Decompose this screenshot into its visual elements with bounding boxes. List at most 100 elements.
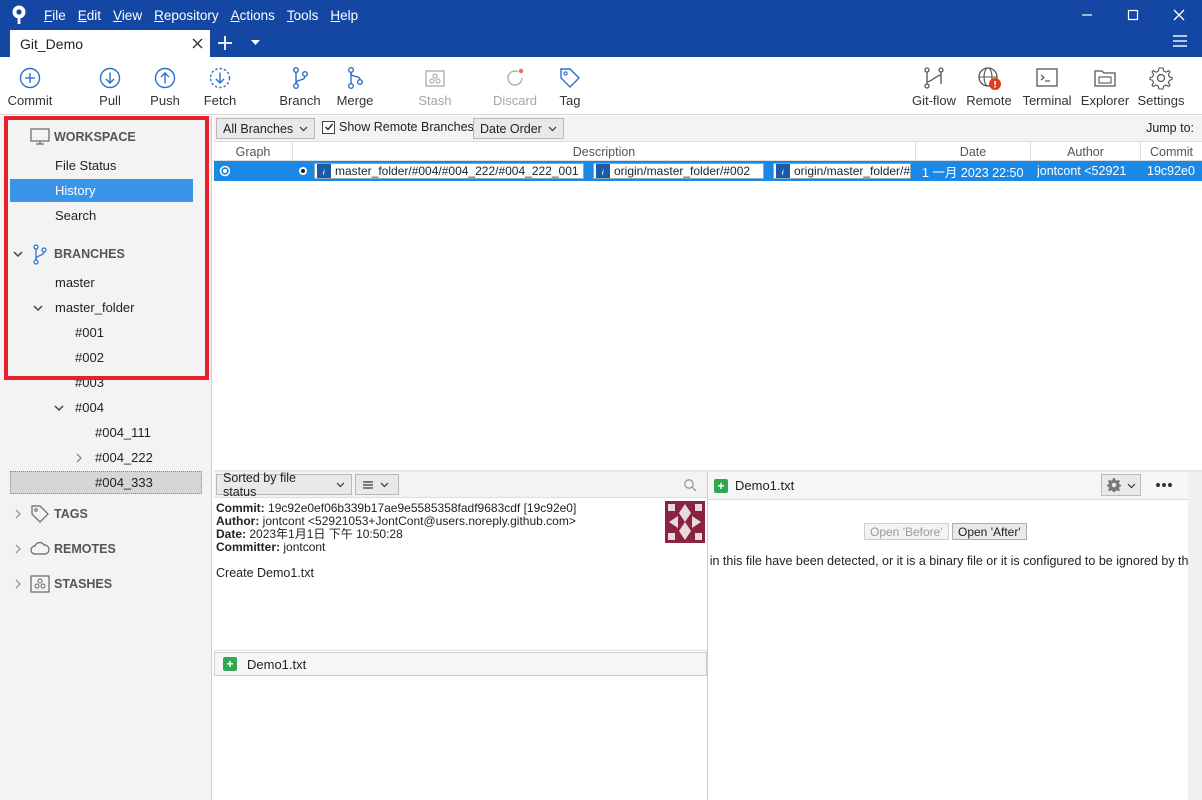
tab-git-demo[interactable]: Git_Demo bbox=[10, 30, 210, 57]
globe-icon: ! bbox=[978, 67, 1001, 91]
branch-icon bbox=[33, 244, 47, 265]
sidebar-item-history[interactable]: History bbox=[10, 179, 193, 202]
maximize-button[interactable] bbox=[1110, 0, 1156, 30]
column-header-author[interactable]: Author bbox=[1031, 142, 1141, 161]
committer-value: jontcont bbox=[283, 540, 326, 554]
open-before-button[interactable]: Open 'Before' bbox=[864, 523, 949, 540]
branch-folder-master-folder[interactable]: master_folder bbox=[33, 296, 134, 319]
chevron-down-icon[interactable] bbox=[32, 302, 44, 314]
checkbox-box[interactable] bbox=[322, 120, 335, 134]
branches-section-header[interactable]: BRANCHES bbox=[0, 242, 212, 266]
menu-edit[interactable]: Edit bbox=[72, 8, 107, 23]
terminal-button[interactable]: Terminal bbox=[1019, 57, 1075, 115]
chevron-right-icon bbox=[15, 579, 21, 589]
discard-button[interactable]: Discard bbox=[492, 57, 538, 115]
more-options-button[interactable] bbox=[1152, 476, 1176, 494]
file-view-mode-dropdown[interactable] bbox=[355, 474, 399, 495]
remotes-label: REMOTES bbox=[54, 542, 116, 556]
branch-001[interactable]: #001 bbox=[75, 321, 104, 344]
diff-scrollbar[interactable] bbox=[1188, 472, 1202, 800]
menu-help[interactable]: Help bbox=[324, 8, 364, 23]
new-tab-button[interactable] bbox=[215, 33, 235, 53]
explorer-button[interactable]: Explorer bbox=[1079, 57, 1131, 115]
chevron-right-icon bbox=[15, 509, 21, 519]
committer-label: Committer: bbox=[216, 540, 281, 554]
branch-folder-004-222[interactable]: #004_222 bbox=[76, 446, 153, 469]
branch-004-111[interactable]: #004_111 bbox=[95, 421, 151, 444]
workspace-section-header[interactable]: WORKSPACE bbox=[0, 125, 212, 149]
diff-options-dropdown[interactable] bbox=[1101, 474, 1141, 496]
menu-bar: File Edit View Repository Actions Tools … bbox=[38, 0, 364, 30]
gear-icon bbox=[1107, 478, 1121, 492]
remotes-section-header[interactable]: REMOTES bbox=[0, 537, 212, 561]
branch-master[interactable]: master bbox=[55, 271, 95, 294]
minimize-icon bbox=[1082, 14, 1092, 16]
history-row-selected[interactable]: ᵢ master_folder/#004/#004_222/#004_222_0… bbox=[214, 161, 1202, 181]
commit-button[interactable]: Commit bbox=[5, 57, 55, 115]
branch-filter-dropdown[interactable]: All Branches bbox=[216, 118, 316, 139]
git-flow-button[interactable]: Git-flow bbox=[908, 57, 960, 115]
sidebar-item-file-status[interactable]: File Status bbox=[55, 154, 116, 177]
column-header-graph[interactable]: Graph bbox=[214, 142, 293, 161]
branch-002[interactable]: #002 bbox=[75, 346, 104, 369]
chevron-down-icon[interactable] bbox=[53, 402, 65, 414]
branch-003[interactable]: #003 bbox=[75, 371, 104, 394]
column-header-description[interactable]: Description bbox=[293, 142, 916, 161]
merge-label: Merge bbox=[336, 93, 374, 108]
tags-section-header[interactable]: TAGS bbox=[0, 502, 212, 526]
menu-actions[interactable]: Actions bbox=[225, 8, 281, 23]
open-after-button[interactable]: Open 'After' bbox=[952, 523, 1027, 540]
fetch-button[interactable]: Fetch bbox=[199, 57, 241, 115]
menu-file[interactable]: File bbox=[38, 8, 72, 23]
fetch-label: Fetch bbox=[203, 93, 237, 108]
remote-warning-badge: ! bbox=[993, 81, 997, 91]
file-row[interactable]: + Demo1.txt bbox=[214, 652, 707, 676]
tag-icon bbox=[560, 68, 580, 88]
date-value: 2023年1月1日 下午 10:50:28 bbox=[249, 527, 403, 541]
branch-button[interactable]: Branch bbox=[278, 57, 322, 115]
sidebar-item-search[interactable]: Search bbox=[55, 204, 96, 227]
column-header-date[interactable]: Date bbox=[916, 142, 1031, 161]
show-remote-label: Show Remote Branches bbox=[339, 120, 474, 134]
menu-repository[interactable]: Repository bbox=[148, 8, 225, 23]
branch-folder-004[interactable]: #004 bbox=[54, 396, 104, 419]
stash-label: Stash bbox=[418, 93, 452, 108]
caret-down-icon bbox=[250, 40, 260, 45]
terminal-icon bbox=[1036, 68, 1058, 87]
remote-ref-label: origin/master_folder/#002 bbox=[614, 164, 751, 178]
chevron-right-icon[interactable] bbox=[73, 452, 85, 464]
menu-tools[interactable]: Tools bbox=[281, 8, 325, 23]
file-sort-dropdown[interactable]: Sorted by file status bbox=[216, 471, 352, 499]
show-remote-branches-checkbox[interactable]: Show Remote Branches bbox=[322, 120, 474, 134]
push-button[interactable]: Push bbox=[145, 57, 185, 115]
history-column-headers: Graph Description Date Author Commit bbox=[214, 142, 1202, 161]
remote-ref-tag: ᵢ origin/master_folder/# bbox=[773, 163, 911, 179]
branch-004-333[interactable]: #004_333 bbox=[10, 471, 202, 494]
tag-button[interactable]: Tag bbox=[553, 57, 587, 115]
merge-button[interactable]: Merge bbox=[333, 57, 377, 115]
close-window-button[interactable] bbox=[1156, 0, 1202, 30]
remote-button[interactable]: ! Remote bbox=[964, 57, 1014, 115]
minimize-button[interactable] bbox=[1064, 0, 1110, 30]
column-header-commit[interactable]: Commit bbox=[1141, 142, 1202, 161]
tab-list-dropdown[interactable] bbox=[246, 34, 264, 52]
pull-button[interactable]: Pull bbox=[90, 57, 130, 115]
stash-button[interactable]: Stash bbox=[414, 57, 456, 115]
diff-info-message: s in this file have been detected, or it… bbox=[707, 554, 1202, 568]
hamburger-menu-button[interactable] bbox=[1172, 34, 1190, 52]
settings-button[interactable]: Settings bbox=[1135, 57, 1187, 115]
menu-view[interactable]: View bbox=[107, 8, 148, 23]
branch-ref-icon: ᵢ bbox=[317, 164, 331, 178]
order-dropdown[interactable]: Date Order bbox=[473, 118, 564, 139]
history-filter-bar: All Branches Show Remote Branches Date O… bbox=[214, 116, 1202, 142]
branch-folder-label: #004 bbox=[75, 400, 104, 415]
search-icon[interactable] bbox=[683, 478, 697, 492]
tab-close-button[interactable] bbox=[188, 34, 206, 52]
remote-label: Remote bbox=[966, 93, 1012, 108]
commit-full-hash: 19c92e0ef06b339b17ae9e5585358fadf9683cdf… bbox=[268, 501, 577, 515]
title-bar: File Edit View Repository Actions Tools … bbox=[0, 0, 1202, 30]
checkmark-icon bbox=[324, 123, 333, 131]
gear-icon bbox=[1149, 67, 1173, 90]
tab-title: Git_Demo bbox=[20, 35, 84, 52]
stashes-section-header[interactable]: STASHES bbox=[0, 572, 212, 596]
